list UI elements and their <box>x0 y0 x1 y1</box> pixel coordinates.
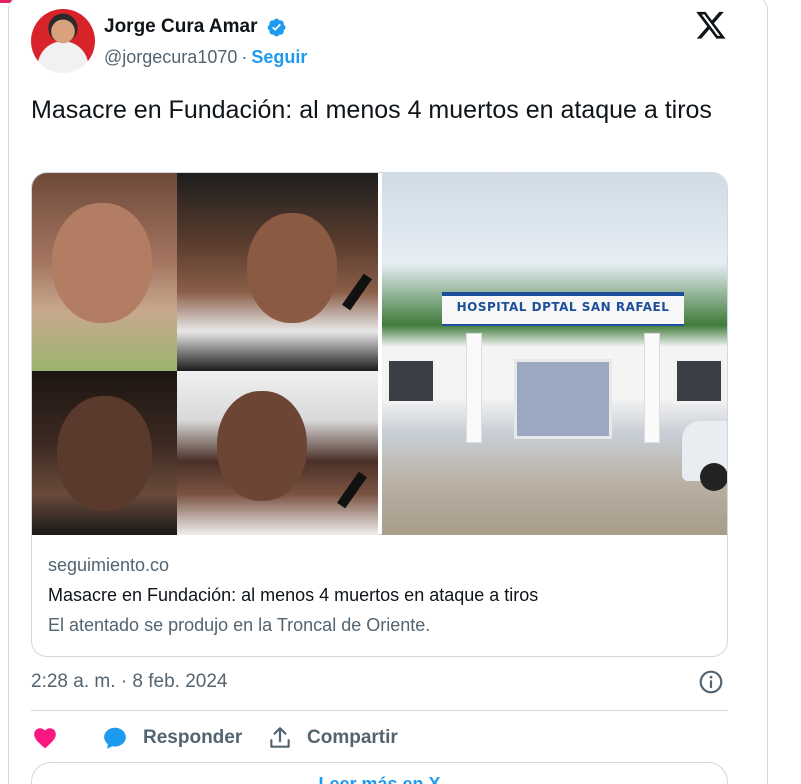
hospital-photo: HOSPITAL DPTAL SAN RAFAEL <box>382 173 727 535</box>
share-upload-icon <box>270 727 290 748</box>
like-button[interactable] <box>31 723 73 753</box>
follow-button[interactable]: Seguir <box>251 47 307 67</box>
hospital-door <box>514 359 612 439</box>
tweet-text: Masacre en Fundación: al menos 4 muertos… <box>31 96 712 124</box>
x-logo-icon[interactable] <box>695 9 727 41</box>
handle-separator: · <box>241 47 248 67</box>
reply-button[interactable]: Responder <box>101 723 242 753</box>
link-meta: seguimiento.co Masacre en Fundación: al … <box>48 555 718 645</box>
link-preview-card[interactable]: HOSPITAL DPTAL SAN RAFAEL seguimiento.co… <box>31 172 728 657</box>
victim-photo-3 <box>32 371 177 535</box>
tweet-timestamp[interactable]: 2:28 a. m. · 8 feb. 2024 <box>31 671 227 693</box>
divider <box>31 710 728 711</box>
scrollbar-track[interactable] <box>789 0 801 784</box>
share-button[interactable]: Compartir <box>267 723 398 753</box>
hospital-sign: HOSPITAL DPTAL SAN RAFAEL <box>442 292 684 326</box>
victim-photo-2 <box>177 173 378 371</box>
link-title: Masacre en Fundación: al menos 4 muertos… <box>48 585 539 605</box>
reply-bubble-icon <box>104 727 126 749</box>
avatar[interactable] <box>31 9 95 73</box>
scrollbar-thumb[interactable] <box>789 0 801 784</box>
link-description: El atentado se produjo en la Troncal de … <box>48 615 431 635</box>
handle-row: @jorgecura1070 · Seguir <box>104 47 307 68</box>
victim-photo-1 <box>32 173 177 371</box>
link-preview-image[interactable]: HOSPITAL DPTAL SAN RAFAEL <box>32 173 727 535</box>
author-handle[interactable]: @jorgecura1070 <box>104 47 237 67</box>
info-icon[interactable] <box>698 669 724 695</box>
verified-badge-icon <box>267 18 286 37</box>
link-domain: seguimiento.co <box>48 555 170 575</box>
read-more-button[interactable]: Leer más en X <box>31 762 728 784</box>
share-label: Compartir <box>307 727 398 748</box>
heart-icon <box>34 728 56 749</box>
author-name[interactable]: Jorge Cura Amar <box>104 16 257 38</box>
victim-photo-4 <box>177 371 378 535</box>
reply-label: Responder <box>143 727 243 748</box>
